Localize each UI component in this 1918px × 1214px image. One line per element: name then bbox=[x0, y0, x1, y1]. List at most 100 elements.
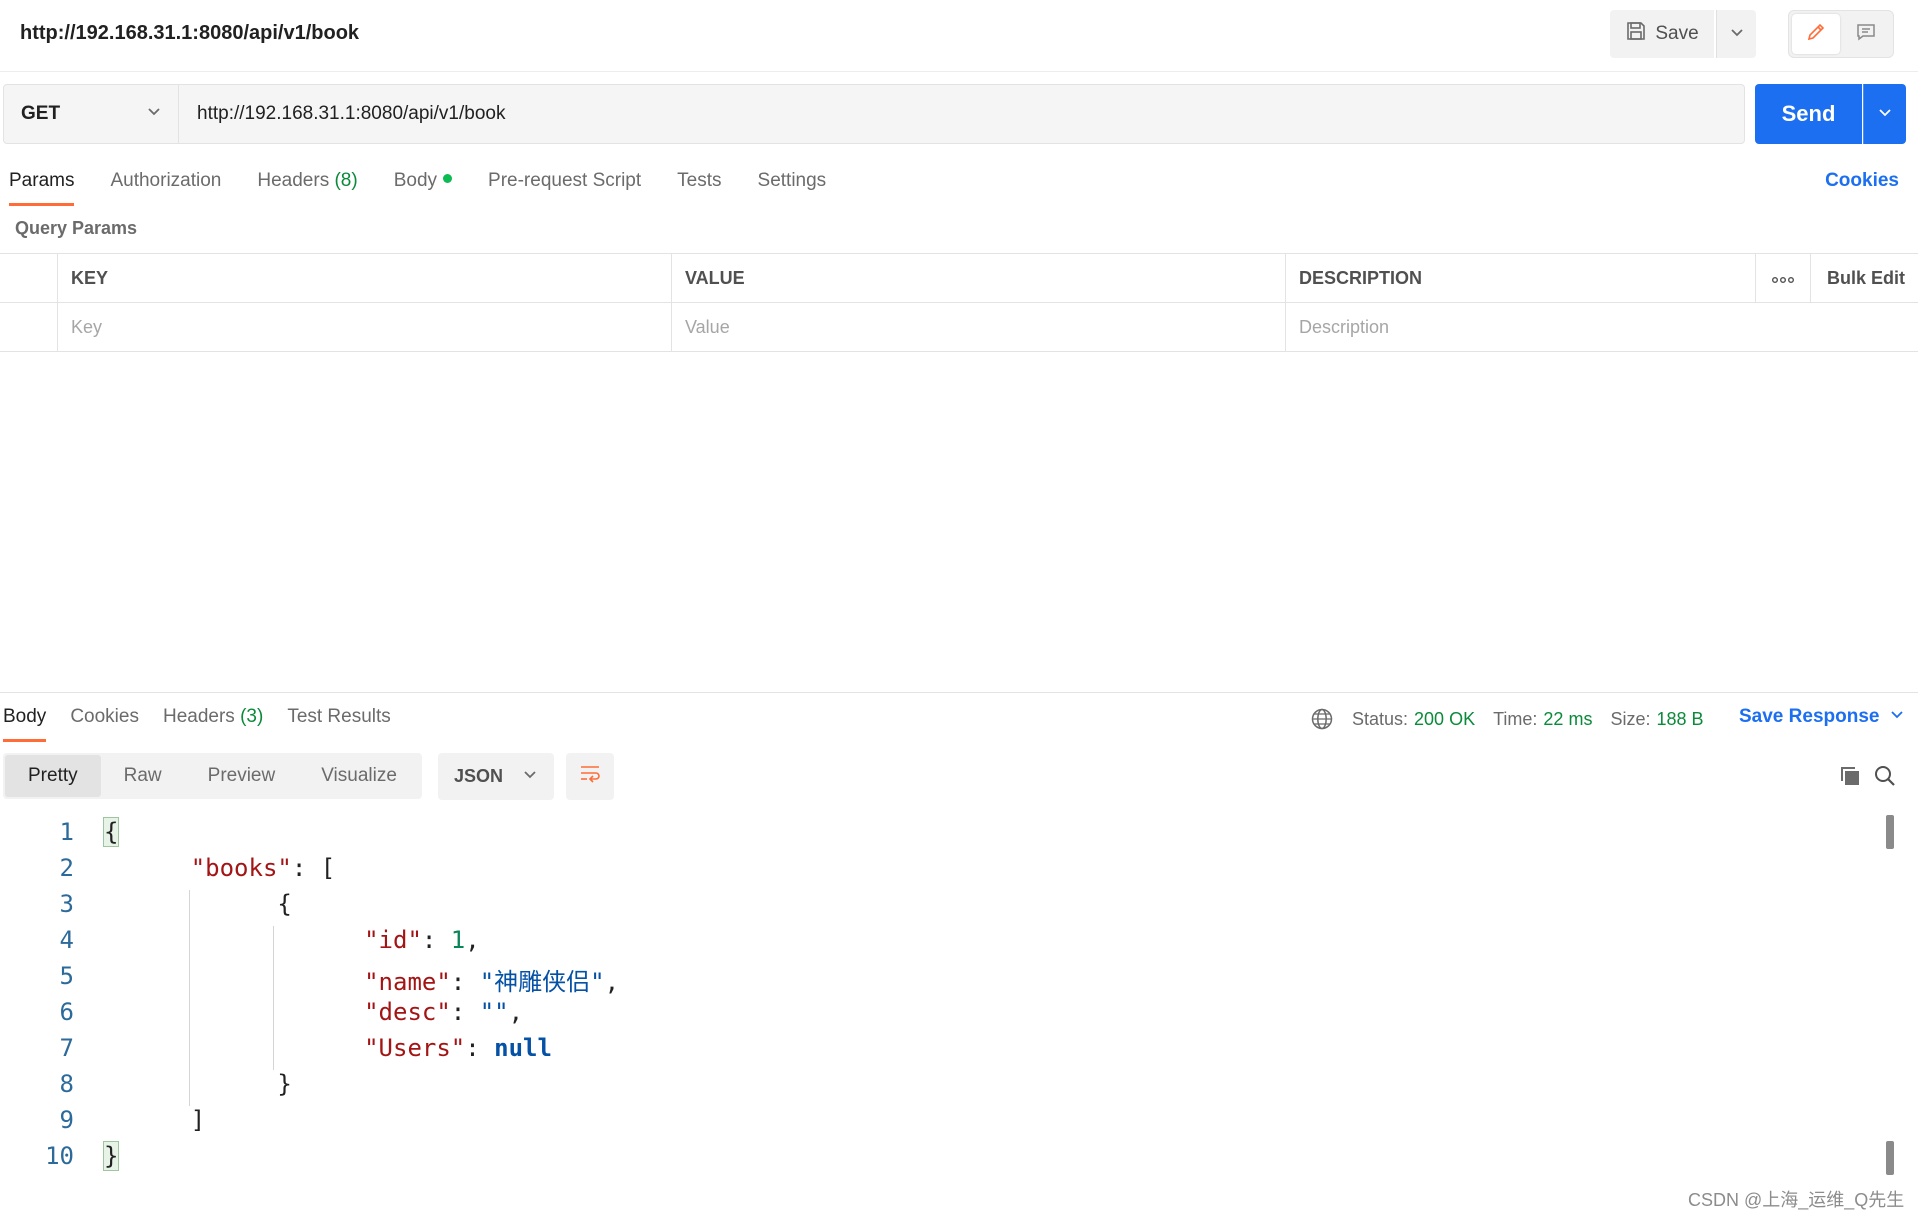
json-key-books: "books" bbox=[190, 854, 292, 882]
url-input[interactable] bbox=[180, 85, 1744, 143]
globe-icon[interactable] bbox=[1310, 707, 1334, 731]
line-number: 6 bbox=[59, 998, 74, 1026]
code-line: 8 } bbox=[0, 1070, 1880, 1106]
query-params-label: Query Params bbox=[15, 218, 138, 238]
watermark: CSDN @上海_运维_Q先生 bbox=[1688, 1190, 1905, 1210]
code-scrollbar[interactable] bbox=[1886, 815, 1898, 1185]
edit-mode-button[interactable] bbox=[1792, 14, 1840, 54]
code-line: 2 "books": [ bbox=[0, 854, 1880, 890]
more-icon bbox=[1772, 268, 1795, 289]
line-number: 1 bbox=[59, 818, 74, 846]
request-title[interactable]: http://192.168.31.1:8080/api/v1/book bbox=[20, 22, 359, 45]
tab-headers[interactable]: Headers (8) bbox=[257, 160, 357, 206]
save-button[interactable]: Save bbox=[1610, 10, 1714, 58]
time-label: Time: bbox=[1493, 708, 1538, 729]
response-meta: Status: 200 OK Time: 22 ms Size: 188 B bbox=[1310, 706, 1722, 732]
scroll-thumb-top[interactable] bbox=[1886, 815, 1894, 849]
tab-label: Authorization bbox=[110, 170, 222, 191]
resp-tab-test-results[interactable]: Test Results bbox=[287, 696, 390, 742]
column-value: VALUE bbox=[672, 254, 1286, 302]
tab-authorization[interactable]: Authorization bbox=[110, 160, 221, 206]
line-number: 7 bbox=[59, 1034, 74, 1062]
json-value-desc: "" bbox=[479, 998, 509, 1026]
tab-label: Settings bbox=[757, 170, 827, 191]
resp-tab-headers[interactable]: Headers (3) bbox=[163, 696, 263, 742]
save-options-button[interactable] bbox=[1716, 10, 1756, 58]
wrap-lines-button[interactable] bbox=[566, 753, 614, 800]
save-label: Save bbox=[1655, 23, 1699, 44]
line-text: "books": [ bbox=[190, 854, 336, 882]
line-number: 9 bbox=[59, 1106, 74, 1134]
key-placeholder: Key bbox=[71, 316, 103, 337]
description-input[interactable]: Description bbox=[1286, 303, 1918, 351]
response-tabs: Body Cookies Headers (3) Test Results bbox=[3, 696, 415, 742]
bulk-edit-button[interactable]: Bulk Edit bbox=[1811, 254, 1918, 302]
line-text: "desc": "", bbox=[364, 998, 524, 1026]
response-divider[interactable] bbox=[0, 692, 1918, 693]
send-button[interactable]: Send bbox=[1755, 84, 1862, 144]
line-number: 8 bbox=[59, 1070, 74, 1098]
status-value[interactable]: 200 OK bbox=[1414, 709, 1475, 730]
tab-tests[interactable]: Tests bbox=[677, 160, 721, 206]
line-text: "id": 1, bbox=[364, 926, 480, 954]
tab-settings[interactable]: Settings bbox=[758, 160, 827, 206]
tab-label: Headers bbox=[162, 706, 235, 727]
method-select[interactable]: GET bbox=[4, 85, 179, 143]
wrap-lines-icon bbox=[578, 762, 602, 791]
size-value[interactable]: 188 B bbox=[1656, 709, 1703, 730]
line-text: ] bbox=[104, 1106, 206, 1134]
send-options-button[interactable] bbox=[1863, 84, 1906, 144]
tab-label: Tests bbox=[677, 170, 722, 191]
json-key-name: "name" bbox=[364, 968, 451, 996]
copy-icon[interactable] bbox=[1836, 762, 1864, 790]
chevron-down-icon bbox=[522, 766, 538, 787]
format-select[interactable]: JSON bbox=[438, 753, 554, 800]
key-input[interactable]: Key bbox=[58, 303, 672, 351]
line-number: 5 bbox=[59, 962, 74, 990]
scroll-thumb-bottom[interactable] bbox=[1886, 1141, 1894, 1175]
view-visualize-button[interactable]: Visualize bbox=[298, 755, 420, 797]
tab-label: Body bbox=[3, 706, 47, 727]
request-tabs: Params Authorization Headers (8) Body Pr… bbox=[9, 160, 862, 206]
size-label: Size: bbox=[1610, 708, 1651, 729]
code-line: 1 { bbox=[0, 817, 1880, 854]
request-line: GET bbox=[3, 84, 1745, 144]
column-description: DESCRIPTION bbox=[1286, 254, 1756, 302]
comments-button[interactable] bbox=[1842, 14, 1890, 54]
line-number: 2 bbox=[59, 854, 74, 882]
send-group: Send bbox=[1755, 84, 1906, 144]
comment-icon bbox=[1855, 21, 1877, 48]
chevron-down-icon bbox=[1729, 24, 1745, 45]
view-pretty-button[interactable]: Pretty bbox=[5, 755, 101, 797]
row-checkbox-cell bbox=[0, 303, 58, 351]
time-value[interactable]: 22 ms bbox=[1543, 709, 1592, 730]
line-text: "name": "神雕侠侣", bbox=[364, 968, 620, 996]
json-value-id: 1 bbox=[450, 926, 466, 954]
cookies-link[interactable]: Cookies bbox=[1825, 170, 1899, 192]
view-preview-button[interactable]: Preview bbox=[185, 755, 299, 797]
tab-body[interactable]: Body bbox=[394, 160, 453, 206]
save-response-button[interactable]: Save Response bbox=[1739, 706, 1905, 728]
code-line: 6 "desc": "", bbox=[0, 998, 1880, 1034]
tab-pre-request-script[interactable]: Pre-request Script bbox=[488, 160, 641, 206]
column-key: KEY bbox=[58, 254, 672, 302]
line-number: 3 bbox=[59, 890, 74, 918]
value-input[interactable]: Value bbox=[672, 303, 1286, 351]
resp-tab-body[interactable]: Body bbox=[3, 696, 47, 742]
json-value-users: null bbox=[494, 1034, 552, 1062]
tab-params[interactable]: Params bbox=[9, 160, 75, 206]
tab-label: Params bbox=[9, 170, 75, 191]
resp-tab-cookies[interactable]: Cookies bbox=[70, 696, 139, 742]
json-key-id: "id" bbox=[364, 926, 422, 954]
search-icon[interactable] bbox=[1871, 762, 1899, 790]
table-header-row: KEY VALUE DESCRIPTION Bulk Edit bbox=[0, 254, 1918, 303]
body-indicator-dot bbox=[443, 174, 453, 184]
code-line: 9 ] bbox=[0, 1106, 1880, 1142]
view-raw-button[interactable]: Raw bbox=[101, 755, 185, 797]
more-options-button[interactable] bbox=[1756, 254, 1811, 302]
save-group: Save bbox=[1610, 10, 1756, 58]
tab-label: Headers bbox=[257, 170, 330, 191]
code-line: 5 "name": "神雕侠侣", bbox=[0, 962, 1880, 998]
line-number: 10 bbox=[45, 1142, 74, 1170]
json-value-name: "神雕侠侣" bbox=[479, 968, 605, 996]
